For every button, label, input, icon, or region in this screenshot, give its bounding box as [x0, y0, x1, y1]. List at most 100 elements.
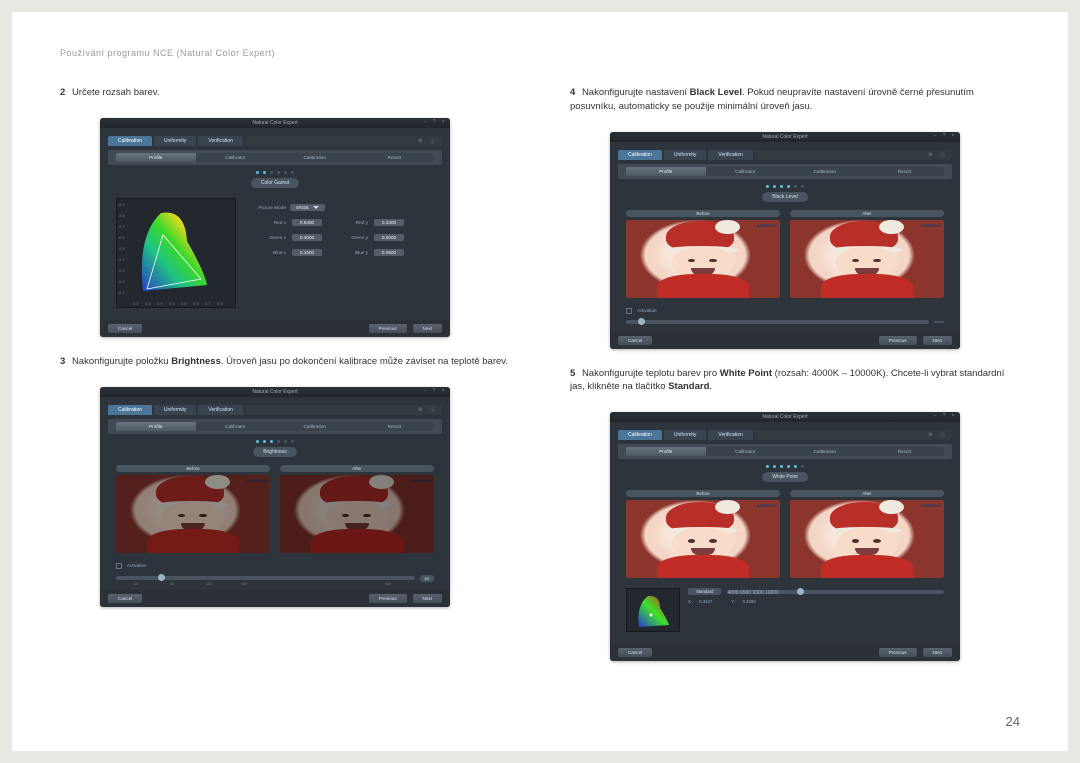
- minimize-icon[interactable]: –: [932, 413, 938, 419]
- help-icon[interactable]: ?: [431, 119, 437, 125]
- info-icon[interactable]: ⓘ: [940, 432, 946, 438]
- y-tick: 0.6: [119, 235, 125, 240]
- green-y-label: Green y: [328, 235, 368, 240]
- green-x-input[interactable]: 0.3000: [292, 234, 322, 241]
- next-button[interactable]: Next: [923, 648, 952, 657]
- subtab-profile[interactable]: Profile: [116, 153, 196, 162]
- minimize-icon[interactable]: –: [422, 119, 428, 125]
- subtab-profile[interactable]: Profile: [626, 447, 706, 456]
- gear-icon[interactable]: ⚙: [418, 407, 424, 413]
- subtab-result[interactable]: Result: [355, 153, 435, 162]
- cancel-button[interactable]: Cancel: [108, 324, 142, 333]
- next-button[interactable]: Next: [413, 594, 442, 603]
- subtab-calibration[interactable]: Calibration: [275, 422, 355, 431]
- close-icon[interactable]: ×: [950, 413, 956, 419]
- blue-y-input[interactable]: 0.0600: [374, 249, 404, 256]
- before-label: Before: [626, 210, 780, 217]
- slider-tick: 10000: [765, 590, 779, 596]
- wp-y-input[interactable]: 0.3290: [742, 599, 768, 604]
- activation-checkbox[interactable]: [116, 563, 122, 569]
- subtab-result[interactable]: Result: [355, 422, 435, 431]
- slider-tick: 120: [206, 582, 212, 586]
- subtab-profile[interactable]: Profile: [116, 422, 196, 431]
- next-button[interactable]: Next: [923, 336, 952, 345]
- tab-verification[interactable]: Verification: [708, 430, 752, 440]
- tab-uniformity[interactable]: Uniformity: [664, 430, 707, 440]
- subtab-result[interactable]: Result: [865, 447, 945, 456]
- x-tick: 0.6: [193, 301, 199, 306]
- subtab-calibrator[interactable]: Calibrator: [196, 422, 276, 431]
- info-icon[interactable]: ⓘ: [430, 407, 436, 413]
- green-y-input[interactable]: 0.6000: [374, 234, 404, 241]
- subtab-profile[interactable]: Profile: [626, 167, 706, 176]
- cancel-button[interactable]: Cancel: [108, 594, 142, 603]
- activation-checkbox[interactable]: [626, 308, 632, 314]
- previous-button[interactable]: Previous: [879, 336, 917, 345]
- subtab-result[interactable]: Result: [865, 167, 945, 176]
- standard-button[interactable]: Standard: [688, 588, 721, 595]
- black-value: [934, 321, 944, 323]
- section-title: Black Level: [762, 192, 808, 202]
- close-icon[interactable]: ×: [950, 133, 956, 139]
- cancel-button[interactable]: Cancel: [618, 336, 652, 345]
- left-column: 2 Určete rozsah barev. Natural Color Exp…: [60, 86, 510, 679]
- previous-button[interactable]: Previous: [369, 594, 407, 603]
- slider-tick: 40: [134, 582, 138, 586]
- tab-verification[interactable]: Verification: [198, 136, 242, 146]
- wp-x-label: X :: [688, 599, 693, 604]
- tab-verification[interactable]: Verification: [708, 150, 752, 160]
- slider-tick: 400: [385, 582, 391, 586]
- page-header: Používání programu NCE (Natural Color Ex…: [60, 48, 1020, 58]
- step-3: 3 Nakonfigurujte položku Brightness. Úro…: [60, 355, 510, 369]
- white-point-slider[interactable]: 4000 6500 9300 10000: [727, 590, 944, 594]
- preview-before: SAMSUNG: [626, 500, 780, 578]
- next-button[interactable]: Next: [413, 324, 442, 333]
- y-tick: 0.8: [119, 213, 125, 218]
- info-icon[interactable]: ⓘ: [940, 152, 946, 158]
- after-label: After: [280, 465, 434, 472]
- tab-calibration[interactable]: Calibration: [108, 405, 152, 415]
- minimize-icon[interactable]: –: [422, 388, 428, 394]
- brightness-slider[interactable]: 40 80 120 160 400: [116, 576, 415, 580]
- samsung-logo: SAMSUNG: [411, 478, 431, 483]
- help-icon[interactable]: ?: [941, 413, 947, 419]
- red-x-input[interactable]: 0.6400: [292, 219, 322, 226]
- previous-button[interactable]: Previous: [369, 324, 407, 333]
- subtab-calibration[interactable]: Calibration: [785, 167, 865, 176]
- subtab-calibration[interactable]: Calibration: [785, 447, 865, 456]
- gear-icon[interactable]: ⚙: [928, 432, 934, 438]
- y-tick: 0.5: [119, 246, 125, 251]
- app-window-gamut: Natural Color Expert – ? × Calibration U…: [100, 118, 450, 337]
- tab-calibration[interactable]: Calibration: [618, 430, 662, 440]
- tab-uniformity[interactable]: Uniformity: [664, 150, 707, 160]
- brightness-value: 80: [420, 575, 434, 582]
- subtab-calibrator[interactable]: Calibrator: [706, 447, 786, 456]
- tab-uniformity[interactable]: Uniformity: [154, 405, 197, 415]
- close-icon[interactable]: ×: [440, 119, 446, 125]
- tab-calibration[interactable]: Calibration: [108, 136, 152, 146]
- gear-icon[interactable]: ⚙: [418, 138, 424, 144]
- help-icon[interactable]: ?: [431, 388, 437, 394]
- minimize-icon[interactable]: –: [932, 133, 938, 139]
- subtab-calibrator[interactable]: Calibrator: [706, 167, 786, 176]
- picture-mode-dropdown[interactable]: sRGB: [290, 204, 325, 211]
- gear-icon[interactable]: ⚙: [928, 152, 934, 158]
- cancel-button[interactable]: Cancel: [618, 648, 652, 657]
- black-slider[interactable]: [626, 320, 929, 324]
- tab-uniformity[interactable]: Uniformity: [154, 136, 197, 146]
- help-icon[interactable]: ?: [941, 133, 947, 139]
- wp-x-input[interactable]: 0.3127: [699, 599, 725, 604]
- blue-x-input[interactable]: 0.1500: [292, 249, 322, 256]
- slider-tick: 9300: [752, 590, 763, 596]
- close-icon[interactable]: ×: [440, 388, 446, 394]
- subtab-calibration[interactable]: Calibration: [275, 153, 355, 162]
- previous-button[interactable]: Previous: [879, 648, 917, 657]
- subtab-calibrator[interactable]: Calibrator: [196, 153, 276, 162]
- section-title: White Point: [762, 472, 808, 482]
- gamut-svg: [127, 205, 231, 303]
- x-tick: 0.8: [217, 301, 223, 306]
- red-y-input[interactable]: 0.3300: [374, 219, 404, 226]
- tab-verification[interactable]: Verification: [198, 405, 242, 415]
- info-icon[interactable]: ⓘ: [430, 138, 436, 144]
- tab-calibration[interactable]: Calibration: [618, 150, 662, 160]
